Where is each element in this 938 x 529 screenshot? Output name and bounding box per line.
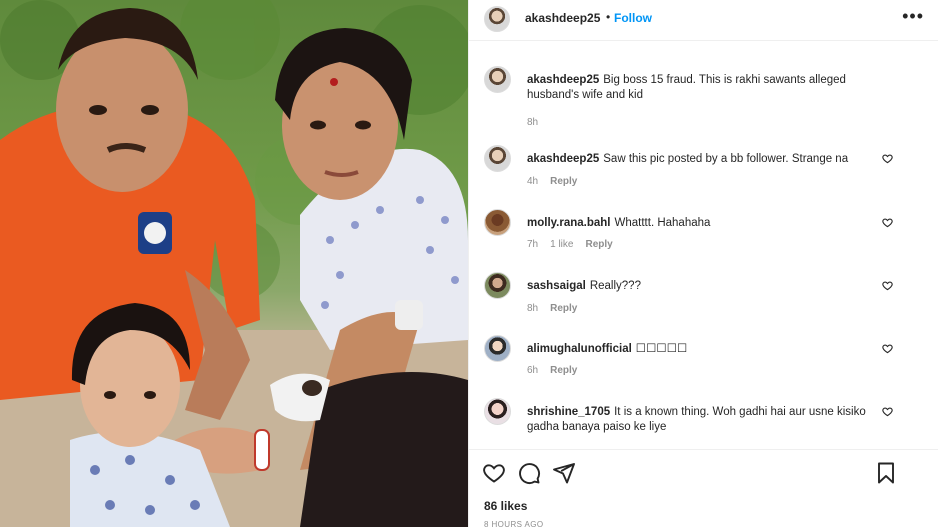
comment-meta: 6h Reply	[527, 365, 589, 376]
comment-heart-icon[interactable]	[882, 406, 893, 417]
reply-button[interactable]: Reply	[585, 239, 612, 250]
comment-username[interactable]: akashdeep25	[527, 153, 599, 165]
author-username[interactable]: akashdeep25	[525, 11, 600, 25]
header-dot-separator: •	[606, 10, 611, 24]
comment-username[interactable]: molly.rana.bahl	[527, 217, 611, 229]
commenter-avatar[interactable]	[484, 398, 511, 425]
comment-username[interactable]: alimughalunofficial	[527, 343, 632, 355]
comment-meta: 8h	[527, 117, 550, 128]
reply-button[interactable]: Reply	[550, 176, 577, 187]
instagram-post: akashdeep25 • Follow ••• akashdeep25 Big …	[0, 0, 938, 529]
comment-text: sashsaigal Really???	[527, 279, 872, 294]
commenter-avatar[interactable]	[484, 335, 511, 362]
actions-divider	[469, 449, 938, 450]
heart-icon[interactable]	[482, 461, 506, 485]
commenter-avatar[interactable]	[484, 66, 511, 93]
comment-time: 8h	[527, 117, 539, 128]
comment-username[interactable]: shrishine_1705	[527, 406, 610, 418]
comment-text: molly.rana.bahl Whatttt. Hahahaha	[527, 216, 872, 231]
comment-icon[interactable]	[517, 461, 541, 485]
comment-meta: 8h Reply	[527, 303, 589, 314]
commenter-avatar[interactable]	[484, 209, 511, 236]
comment-meta: 7h 1 like Reply	[527, 239, 625, 250]
comment-like-count[interactable]: 1 like	[550, 239, 573, 250]
comment-text: akashdeep25 Big boss 15 fraud. This is ra…	[527, 73, 872, 103]
comment-body: ☐☐☐☐☐	[635, 343, 688, 355]
post-actions-bar	[469, 458, 938, 488]
author-avatar[interactable]	[484, 6, 510, 32]
comment-heart-icon[interactable]	[882, 343, 893, 354]
likes-count[interactable]: 86 likes	[484, 499, 527, 513]
share-icon[interactable]	[552, 461, 576, 485]
comment-body: Whatttt. Hahahaha	[614, 217, 711, 229]
comment-username[interactable]: sashsaigal	[527, 280, 586, 292]
comment-username[interactable]: akashdeep25	[527, 74, 599, 86]
post-photo[interactable]	[0, 0, 468, 527]
comment-time: 6h	[527, 365, 539, 376]
comment-heart-icon[interactable]	[882, 280, 893, 291]
bookmark-icon[interactable]	[874, 461, 898, 485]
commenter-avatar[interactable]	[484, 272, 511, 299]
reply-button[interactable]: Reply	[550, 365, 577, 376]
family-photo-illustration	[0, 0, 468, 527]
comment-body: Saw this pic posted by a bb follower. St…	[603, 153, 849, 165]
post-side-panel: akashdeep25 • Follow ••• akashdeep25 Big …	[468, 0, 938, 529]
comment-heart-icon[interactable]	[882, 153, 893, 164]
comment-meta: 4h Reply	[527, 176, 589, 187]
comment-time: 8h	[527, 303, 539, 314]
commenter-avatar[interactable]	[484, 145, 511, 172]
follow-button[interactable]: Follow	[614, 11, 652, 25]
comment-time: 4h	[527, 176, 539, 187]
comment-body: Really???	[589, 280, 641, 292]
comment-time: 7h	[527, 239, 539, 250]
comment-text: shrishine_1705 It is a known thing. Woh g…	[527, 405, 872, 435]
comment-text: alimughalunofficial ☐☐☐☐☐	[527, 342, 872, 357]
comment-text: akashdeep25 Saw this pic posted by a bb f…	[527, 152, 872, 167]
comment-heart-icon[interactable]	[882, 217, 893, 228]
reply-button[interactable]: Reply	[550, 303, 577, 314]
post-header: akashdeep25 • Follow •••	[469, 0, 938, 38]
header-divider	[469, 40, 938, 41]
post-timestamp: 8 HOURS AGO	[484, 520, 544, 529]
more-options-icon[interactable]: •••	[902, 6, 924, 27]
